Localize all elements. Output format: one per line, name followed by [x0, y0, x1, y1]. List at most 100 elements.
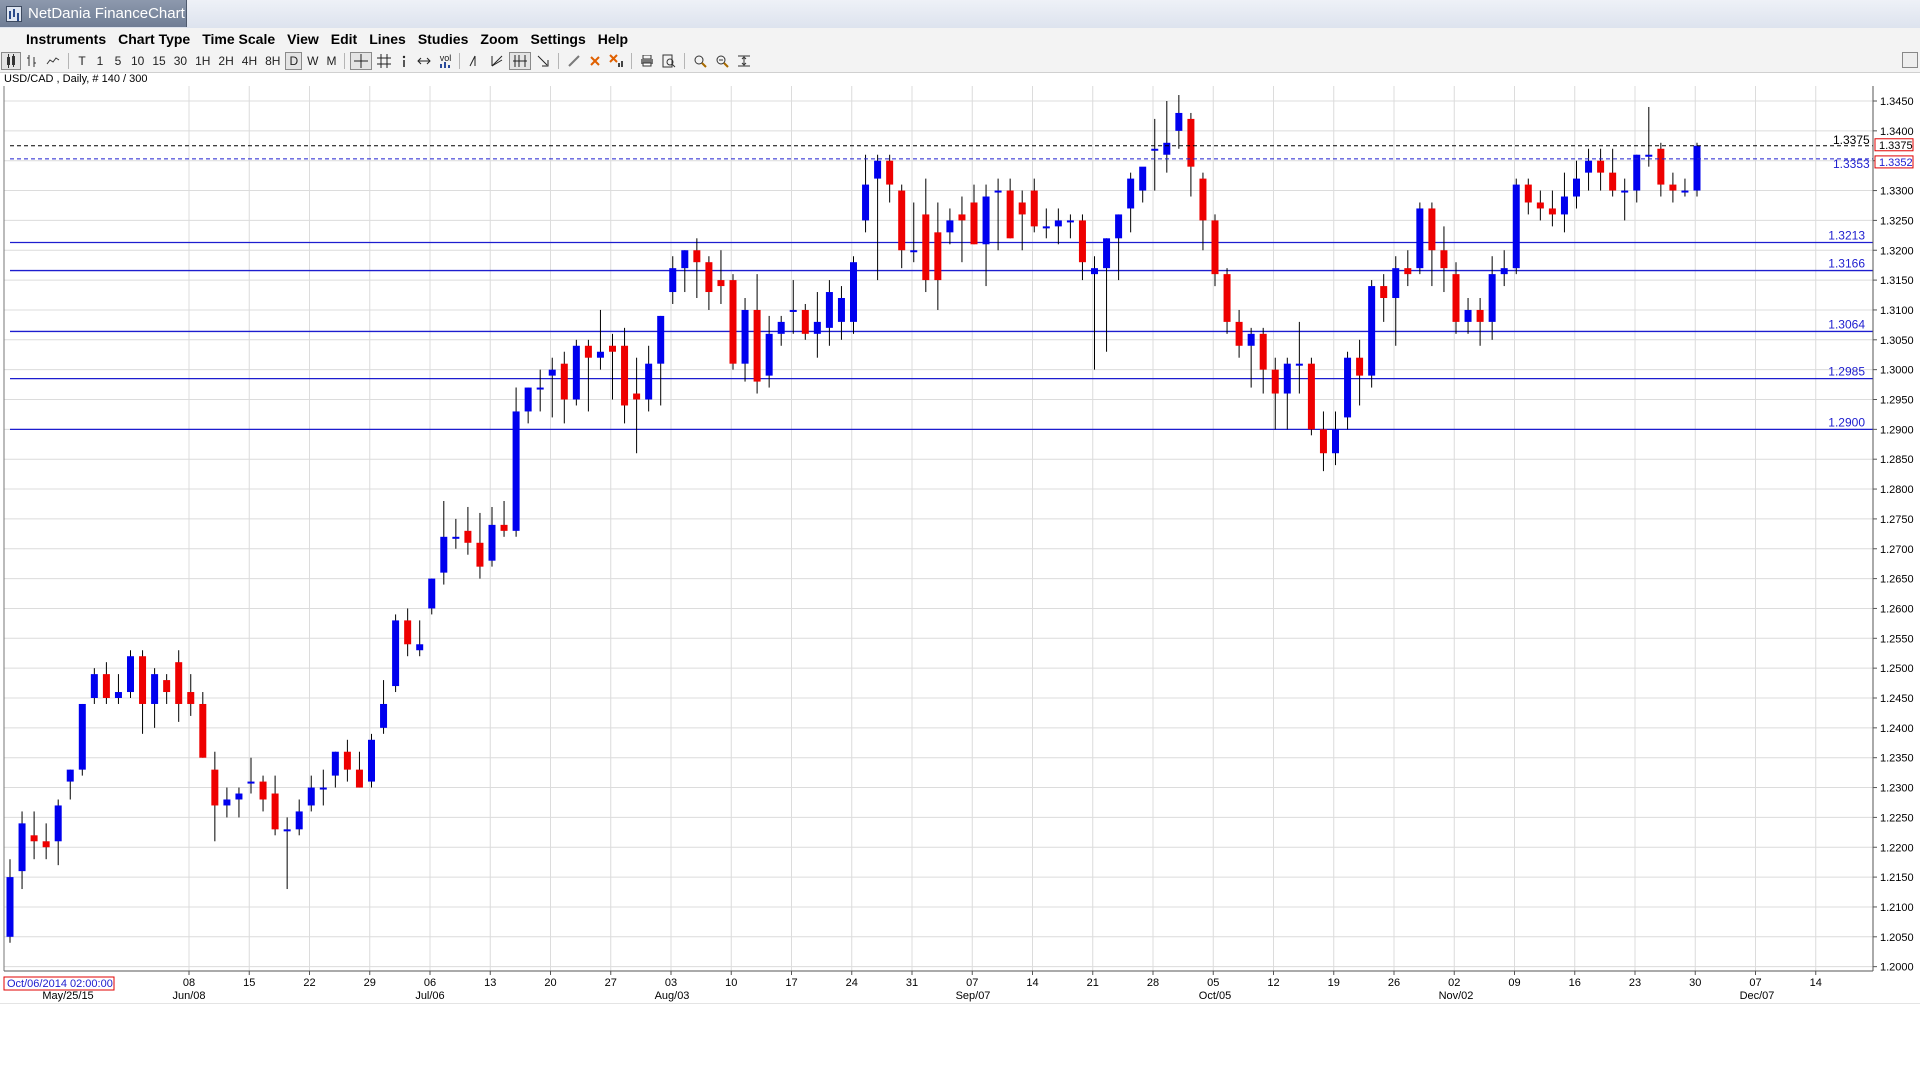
candle-body	[765, 333, 773, 376]
menu-edit[interactable]: Edit	[325, 31, 363, 47]
arrows-icon[interactable]	[414, 52, 434, 70]
candle-body	[1199, 178, 1207, 221]
candle-body	[1295, 363, 1303, 366]
y-tick-label: 1.2650	[1880, 574, 1914, 586]
candle-body	[464, 530, 472, 543]
app-logo-icon	[6, 5, 22, 22]
start-date-label: Oct/06/2014 02:00:00	[7, 978, 113, 990]
x-tick-label: 23	[1629, 977, 1641, 989]
menu-instruments[interactable]: Instruments	[20, 31, 112, 47]
candle-body	[1139, 166, 1147, 191]
timeframe-5m[interactable]: 5	[110, 52, 126, 70]
candle-body	[1247, 333, 1255, 346]
toolbar-separator	[684, 53, 686, 69]
y-tick-label: 1.3050	[1880, 335, 1914, 347]
fibonacci-icon[interactable]	[509, 52, 532, 70]
menu-time-scale[interactable]: Time Scale	[196, 31, 281, 47]
candle-body	[1500, 268, 1508, 275]
timeframe-4h[interactable]: 4H	[239, 52, 260, 70]
candle-body	[693, 250, 701, 263]
menu-lines[interactable]: Lines	[363, 31, 412, 47]
timeframe-15m[interactable]: 15	[149, 52, 168, 70]
grid-icon[interactable]	[374, 52, 394, 70]
menu-chart-type[interactable]: Chart Type	[112, 31, 196, 47]
y-tick-label: 1.2500	[1880, 663, 1914, 675]
app-tab[interactable]: NetDania FinanceChart	[0, 0, 187, 27]
zoom-in-icon[interactable]	[690, 52, 710, 70]
candle-body	[1464, 309, 1472, 322]
candle-body	[657, 315, 665, 364]
level-label: 1.3166	[1828, 257, 1865, 271]
candle-body	[994, 190, 1002, 193]
candle-body	[512, 411, 520, 531]
candle-body	[681, 250, 689, 269]
timeframe-daily[interactable]: D	[285, 52, 303, 70]
draw-line-icon[interactable]	[465, 52, 485, 70]
candle-body	[1392, 268, 1400, 299]
y-tick-label: 1.3300	[1880, 186, 1914, 198]
menu-studies[interactable]: Studies	[412, 31, 475, 47]
zoom-out-icon[interactable]	[712, 52, 732, 70]
y-tick-label: 1.2350	[1880, 753, 1914, 765]
candle-body	[452, 536, 460, 539]
y-tick-label: 1.3150	[1880, 275, 1914, 287]
timeframe-1h[interactable]: 1H	[192, 52, 213, 70]
print-icon[interactable]	[637, 52, 657, 70]
volume-icon[interactable]: vol	[436, 52, 454, 70]
timeframe-1m[interactable]: 1	[92, 52, 108, 70]
delete-icon[interactable]	[586, 52, 604, 70]
timeframe-tick[interactable]: T	[74, 52, 90, 70]
y-tick-label: 1.3200	[1880, 245, 1914, 257]
y-tick-label: 1.3400	[1880, 126, 1914, 138]
bar-chart-icon[interactable]	[23, 52, 41, 70]
timeframe-2h[interactable]: 2H	[215, 52, 236, 70]
menu-help[interactable]: Help	[592, 31, 634, 47]
trend-arrow-icon[interactable]	[533, 52, 553, 70]
menu-zoom[interactable]: Zoom	[474, 31, 524, 47]
x-tick-label: 30	[1689, 977, 1701, 989]
timeframe-8h[interactable]: 8H	[262, 52, 283, 70]
x-month-label: Nov/02	[1439, 990, 1474, 1002]
x-tick-label: 20	[544, 977, 556, 989]
pencil-icon[interactable]	[564, 52, 584, 70]
timeframe-30m[interactable]: 30	[171, 52, 190, 70]
candle-body	[982, 196, 990, 245]
candle-body	[669, 268, 677, 293]
x-tick-label: 14	[1026, 977, 1038, 989]
y-tick-label: 1.2400	[1880, 723, 1914, 735]
crosshair-icon[interactable]	[350, 52, 373, 70]
fan-icon[interactable]	[487, 52, 507, 70]
candle-body	[102, 674, 110, 698]
candle-body	[813, 321, 821, 334]
candle-body	[1669, 184, 1677, 191]
x-tick-label: 16	[1569, 977, 1581, 989]
menu-settings[interactable]: Settings	[525, 31, 592, 47]
candle-body	[380, 703, 388, 728]
candle-body	[271, 793, 279, 830]
preview-icon[interactable]	[659, 52, 679, 70]
y-tick-label: 1.3250	[1880, 215, 1914, 227]
candle-body	[343, 751, 351, 770]
candle-body	[1681, 190, 1689, 193]
x-month-label: Sep/07	[956, 990, 991, 1002]
menu-view[interactable]: View	[281, 31, 325, 47]
y-tick-label: 1.2700	[1880, 544, 1914, 556]
fit-icon[interactable]	[734, 52, 754, 70]
x-tick-label: 31	[906, 977, 918, 989]
candle-body	[1163, 142, 1171, 155]
y-tick-label: 1.3000	[1880, 365, 1914, 377]
line-chart-icon[interactable]	[43, 52, 63, 70]
timeframe-monthly[interactable]: M	[323, 52, 339, 70]
volume-label: vol	[439, 53, 452, 63]
price-chart[interactable]: 1.3213 1.3166 1.3064 1.2985 1.2900 1.3375 1.3…	[0, 84, 1920, 1003]
cursor-info-icon[interactable]	[396, 52, 412, 70]
candle-body	[319, 787, 327, 790]
y-axis: 1.34501.34001.33501.33001.32501.32001.31…	[1873, 96, 1914, 974]
candle-body	[753, 309, 761, 382]
timeframe-10m[interactable]: 10	[128, 52, 147, 70]
panel-toggle-button[interactable]	[1902, 52, 1918, 68]
delete-all-icon[interactable]	[606, 52, 626, 70]
timeframe-weekly[interactable]: W	[304, 52, 321, 70]
candlestick-icon[interactable]	[1, 52, 21, 70]
y-tick-label: 1.2550	[1880, 633, 1914, 645]
